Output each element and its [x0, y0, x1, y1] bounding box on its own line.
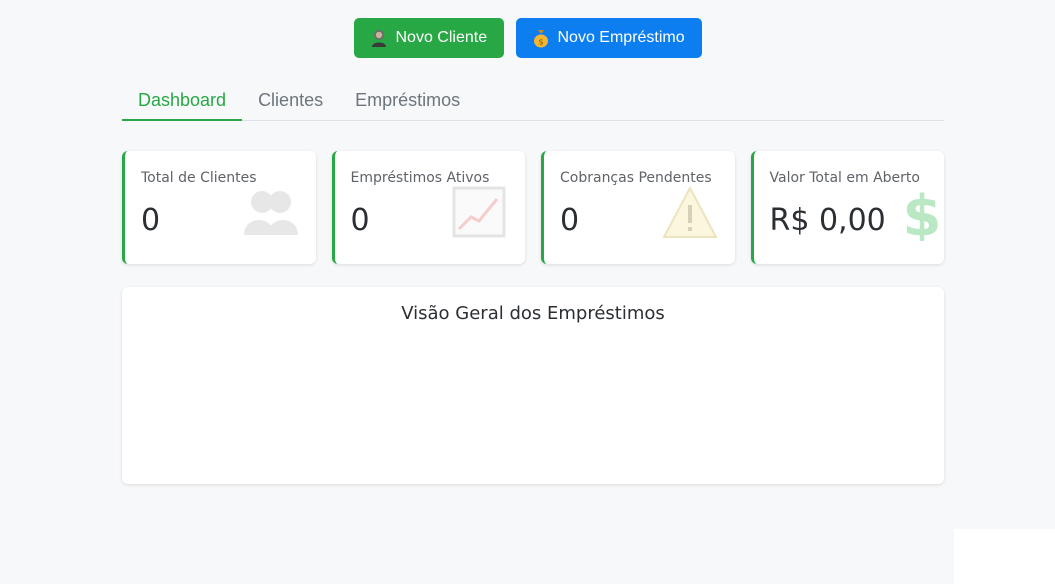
card-value: 0	[141, 203, 161, 238]
svg-text:$: $	[538, 38, 543, 47]
card-pending-charges: Cobranças Pendentes 0	[541, 151, 735, 264]
tab-clientes[interactable]: Clientes	[242, 80, 339, 120]
corner-overlay	[954, 529, 1055, 584]
people-icon	[243, 191, 298, 235]
warning-icon	[661, 185, 718, 238]
tab-emprestimos[interactable]: Empréstimos	[339, 80, 476, 120]
card-title: Cobranças Pendentes	[560, 170, 712, 186]
stats-cards: Total de Clientes 0 Empréstimos Ativos 0…	[122, 151, 944, 264]
card-title: Valor Total em Aberto	[769, 170, 920, 186]
card-value: 0	[560, 203, 580, 238]
top-actions: Novo Cliente $ Novo Empréstimo	[0, 18, 1055, 58]
svg-text:$: $	[903, 185, 940, 241]
card-open-value: Valor Total em Aberto R$ 0,00 $	[750, 151, 944, 264]
card-title: Total de Clientes	[141, 170, 257, 186]
chart-up-icon	[452, 186, 506, 238]
new-loan-button[interactable]: $ Novo Empréstimo	[515, 18, 702, 58]
new-client-label: Novo Cliente	[395, 29, 488, 46]
new-loan-label: Novo Empréstimo	[557, 29, 685, 46]
dollar-icon: $	[903, 185, 940, 241]
money-bag-icon: $	[533, 30, 548, 48]
card-title: Empréstimos Ativos	[350, 170, 490, 186]
main-tabs: Dashboard Clientes Empréstimos	[122, 80, 944, 121]
card-value: R$ 0,00	[769, 203, 886, 238]
card-total-clients: Total de Clientes 0	[122, 151, 316, 264]
tab-dashboard[interactable]: Dashboard	[122, 80, 243, 121]
panel-title: Visão Geral dos Empréstimos	[401, 303, 665, 324]
card-active-loans: Empréstimos Ativos 0	[331, 151, 525, 264]
new-client-button[interactable]: Novo Cliente	[353, 18, 504, 58]
person-icon	[371, 30, 386, 47]
card-value: 0	[350, 203, 370, 238]
loans-overview-panel: Visão Geral dos Empréstimos	[122, 287, 944, 484]
